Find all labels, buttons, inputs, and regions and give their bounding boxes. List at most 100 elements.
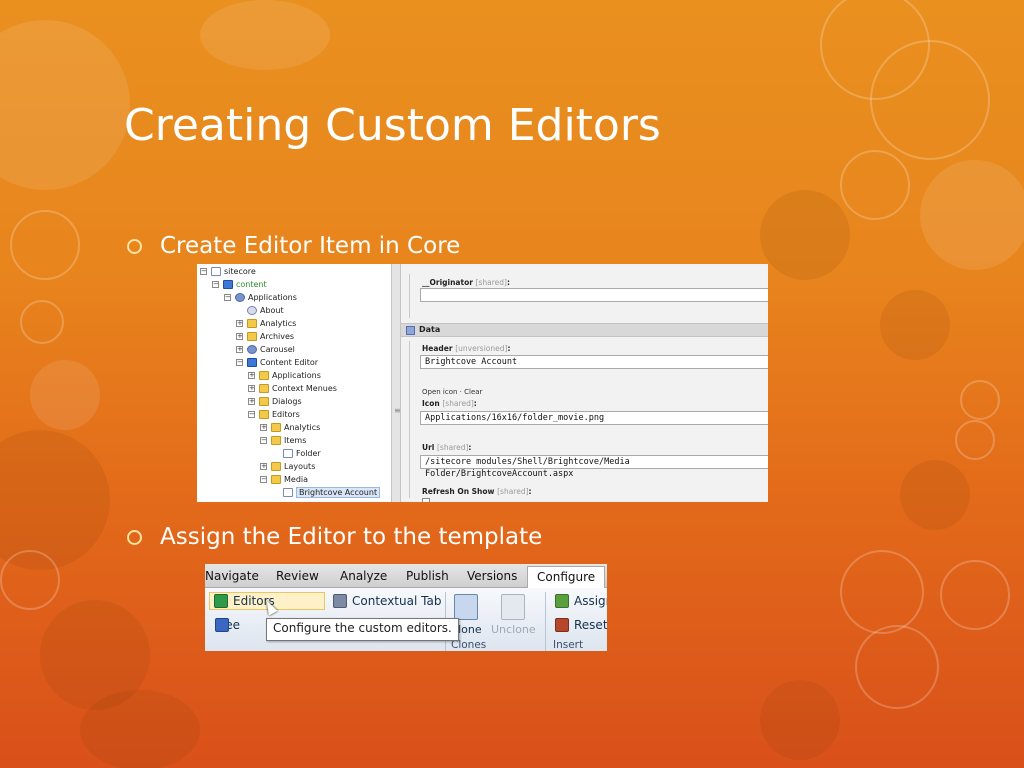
bokeh-circle — [840, 550, 924, 634]
tree-node-label: Context Menues — [272, 383, 337, 393]
tree-node-label: Editors — [272, 409, 300, 419]
slide-title: Creating Custom Editors — [124, 100, 661, 151]
tree-node[interactable]: − sitecore — [200, 265, 256, 277]
collapse-icon[interactable]: − — [260, 436, 267, 444]
tree-node[interactable]: About — [236, 304, 284, 316]
content-icon — [247, 357, 257, 367]
folder-icon — [259, 409, 269, 419]
refresh-on-show-checkbox[interactable] — [422, 498, 430, 502]
bokeh-circle — [870, 40, 990, 160]
tree-node[interactable]: − content — [212, 278, 267, 290]
bokeh-circle — [80, 690, 200, 768]
no-toggle — [236, 307, 243, 314]
bullet-circle-icon — [127, 238, 142, 254]
tab-configure[interactable]: Configure — [527, 566, 606, 589]
tree-node-label: Archives — [260, 331, 295, 341]
expand-icon[interactable]: + — [248, 371, 255, 379]
originator-field[interactable] — [420, 288, 768, 302]
assign-button[interactable]: Assign — [555, 594, 607, 608]
tree-button[interactable]: Tree — [215, 618, 240, 632]
header-field[interactable]: Brightcove Account — [420, 355, 768, 369]
collapse-icon[interactable]: − — [224, 293, 231, 301]
content-icon — [223, 279, 233, 289]
tree-node[interactable]: + Archives — [236, 330, 294, 342]
expand-icon[interactable]: + — [248, 397, 255, 405]
bokeh-circle — [200, 0, 330, 70]
clone-icon — [454, 594, 478, 620]
icon-field-links[interactable]: Open icon · Clear — [422, 388, 482, 396]
collapse-icon[interactable]: − — [212, 280, 219, 288]
field-guide-line — [409, 274, 410, 318]
tree-node[interactable]: − Items — [260, 434, 306, 446]
folder-icon — [271, 474, 281, 484]
expand-icon[interactable]: + — [260, 423, 267, 431]
tree-node[interactable]: + Analytics — [260, 421, 320, 433]
expand-icon[interactable]: + — [260, 462, 267, 470]
section-data-icon — [406, 326, 415, 335]
tree-node[interactable]: + Applications — [248, 369, 321, 381]
tree-node[interactable]: + Dialogs — [248, 395, 302, 407]
bokeh-circle — [900, 460, 970, 530]
tab-publish[interactable]: Publish — [406, 569, 449, 583]
bokeh-circle — [820, 0, 930, 100]
tree-node-label: Analytics — [284, 422, 321, 432]
unclone-button[interactable]: Unclone — [491, 594, 536, 636]
folder-icon — [259, 370, 269, 380]
assign-icon — [555, 594, 569, 608]
ribbon-tabstrip: Navigate Review Analyze Publish Versions… — [205, 564, 607, 589]
tree-node[interactable]: + Context Menues — [248, 382, 337, 394]
tree-node[interactable]: − Editors — [248, 408, 300, 420]
section-header-data[interactable]: Data — [401, 323, 768, 337]
bullet-text: Create Editor Item in Core — [160, 233, 461, 259]
tree-node-label: Carousel — [260, 344, 295, 354]
tree-node[interactable]: − Content Editor — [236, 356, 318, 368]
app-icon — [235, 292, 245, 302]
tree-node[interactable]: Folder — [272, 447, 321, 459]
collapse-icon[interactable]: − — [260, 475, 267, 483]
collapse-icon[interactable]: − — [200, 267, 207, 275]
url-field[interactable]: /sitecore modules/Shell/Brightcove/Media… — [420, 455, 768, 479]
page-icon — [283, 448, 293, 458]
tree-node[interactable]: − Applications — [224, 291, 297, 303]
expand-icon[interactable]: + — [248, 384, 255, 392]
icon-field[interactable]: Applications/16x16/folder_movie.png — [420, 411, 768, 425]
reset-button[interactable]: Reset — [555, 618, 607, 632]
collapse-icon[interactable]: − — [236, 358, 243, 366]
folder-icon — [247, 318, 257, 328]
tree-node-label: About — [260, 305, 284, 315]
tree-node-label: Analytics — [260, 318, 297, 328]
tree-icon — [215, 618, 229, 632]
pane-splitter[interactable]: ≡ — [391, 264, 401, 502]
tree-node[interactable]: + Layouts — [260, 460, 315, 472]
tab-analyze[interactable]: Analyze — [340, 569, 387, 583]
tab-navigate[interactable]: Navigate — [205, 569, 259, 583]
collapse-icon[interactable]: − — [248, 410, 255, 418]
refresh-on-show-label: Refresh On Show [shared]: — [422, 487, 532, 496]
tree-node-label: sitecore — [224, 266, 256, 276]
bokeh-circle — [955, 420, 995, 460]
tree-node-label: Items — [284, 435, 307, 445]
tab-versions[interactable]: Versions — [467, 569, 517, 583]
tree-node[interactable]: Brightcove Account — [272, 486, 381, 498]
content-editor-screenshot: − sitecore − content − Applications About + Anal… — [197, 264, 768, 502]
tree-node[interactable]: + Analytics — [236, 317, 296, 329]
tab-review[interactable]: Review — [276, 569, 319, 583]
expand-icon[interactable]: + — [236, 332, 243, 340]
tree-node-label: Dialogs — [272, 396, 302, 406]
originator-label: __Originator [shared]: — [422, 278, 510, 287]
folder-icon — [259, 396, 269, 406]
tree-node-label: Layouts — [284, 461, 316, 471]
folder-icon — [271, 422, 281, 432]
expand-icon[interactable]: + — [236, 319, 243, 327]
bullet-text: Assign the Editor to the template — [160, 524, 543, 550]
page-icon — [283, 487, 293, 497]
tree-node-label: Applications — [248, 292, 297, 302]
expand-icon[interactable]: + — [236, 345, 243, 353]
contextual-tab-button[interactable]: Contextual Tab — [333, 594, 441, 608]
bullet-assign-editor: Assign the Editor to the template — [127, 524, 542, 550]
tree-node-label: Applications — [272, 370, 321, 380]
tree-node[interactable]: + Carousel — [236, 343, 295, 355]
page-icon — [211, 266, 221, 276]
bokeh-circle — [855, 625, 939, 709]
tree-node[interactable]: − Media — [260, 473, 308, 485]
